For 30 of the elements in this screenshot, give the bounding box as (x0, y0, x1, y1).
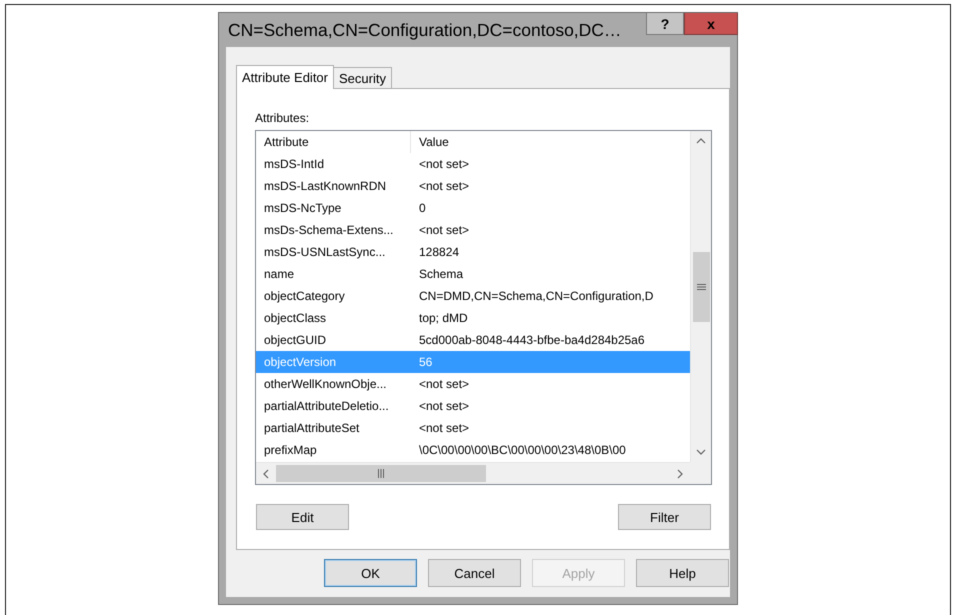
table-row[interactable]: partialAttributeSet <not set> (256, 417, 690, 439)
table-row[interactable]: name Schema (256, 263, 690, 285)
scrollbar-thumb[interactable] (692, 252, 710, 322)
panel-button[interactable]: Filter (618, 504, 711, 530)
vertical-scrollbar[interactable] (690, 131, 711, 462)
table-row[interactable]: objectGUID 5cd000ab-8048-4443-bfbe-ba4d284b25a6 (256, 329, 690, 351)
table-row[interactable]: msDS-USNLastSync... 128824 (256, 241, 690, 263)
close-button[interactable]: x (684, 13, 738, 35)
horizontal-scrollbar[interactable] (256, 462, 690, 484)
table-row[interactable]: msDS-NcType 0 (256, 197, 690, 219)
tab[interactable]: Security (333, 67, 392, 88)
table-row[interactable]: objectClass top; dMD (256, 307, 690, 329)
dialog-button[interactable]: Cancel (428, 559, 521, 587)
dialog-button[interactable]: Help (636, 559, 729, 587)
dialog-button[interactable]: OK (324, 559, 417, 587)
attributes-label: Attributes: (255, 110, 310, 127)
panel-button[interactable]: Edit (256, 504, 349, 530)
help-button[interactable]: ? (646, 13, 684, 35)
table-row[interactable]: prefixMap \0C\00\00\00\BC\00\00\00\23\48\0B\00 (256, 439, 690, 461)
table-row[interactable]: partialAttributeDeletio... <not set> (256, 395, 690, 417)
table-row[interactable]: msDS-IntId <not set> (256, 153, 690, 175)
table-row[interactable]: msDS-LastKnownRDN <not set> (256, 175, 690, 197)
table-row[interactable]: objectCategory CN=DMD,CN=Schema,CN=Configuration,D (256, 285, 690, 307)
tab[interactable]: Attribute Editor (236, 65, 334, 89)
window-title: CN=Schema,CN=Configuration,DC=contoso,DC… (227, 20, 622, 40)
grip-icon (696, 283, 706, 292)
table-row[interactable]: otherWellKnownObje... <not set> (256, 373, 690, 395)
grip-icon (377, 469, 385, 478)
table-row[interactable]: msDs-Schema-Extens... <not set> (256, 219, 690, 241)
scrollbar-thumb[interactable] (276, 465, 486, 482)
